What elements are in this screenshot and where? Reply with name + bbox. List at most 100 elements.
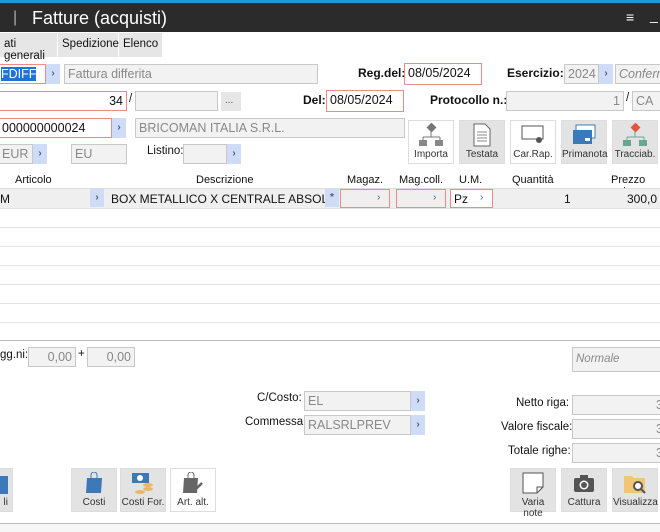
cell-articolo[interactable]: M xyxy=(0,192,10,206)
cell-um[interactable]: Pz xyxy=(450,189,493,208)
valuta-arrow-icon[interactable]: › xyxy=(33,144,47,164)
valore-field: 3 xyxy=(572,419,660,439)
cattura-label: Cattura xyxy=(567,497,601,508)
numero-field[interactable]: 34 xyxy=(0,91,127,111)
netto-label: Netto riga: xyxy=(516,397,570,409)
title-bar: | Fatture (acquisti) ≡ _ xyxy=(0,3,660,32)
varia-note-label: Varia note xyxy=(521,497,545,519)
magg2-field[interactable]: 0,00 xyxy=(87,347,135,367)
listino-field[interactable] xyxy=(183,144,227,164)
slash: / xyxy=(129,93,133,105)
ellipsis-button[interactable]: ... xyxy=(221,92,241,111)
tab-elenco[interactable]: Elenco xyxy=(119,33,163,57)
hamburger-icon[interactable]: ≡ xyxy=(626,9,634,25)
card-icon xyxy=(562,121,606,149)
art-alt-button[interactable]: Art. alt. xyxy=(170,468,216,512)
col-magaz[interactable]: Magaz. xyxy=(347,174,383,186)
del-field[interactable]: 08/05/2024 xyxy=(326,90,404,112)
magg-label: gg.ni: xyxy=(0,349,29,361)
empty-row xyxy=(0,304,660,323)
visualizza-button[interactable]: Visualizza xyxy=(612,468,658,512)
fornitore-code-field[interactable]: 000000000024 xyxy=(0,118,112,138)
esercizio-arrow-icon[interactable]: › xyxy=(599,64,613,84)
protocollo-field[interactable]: 1 xyxy=(506,91,624,111)
costi-for-button[interactable]: Costi For. xyxy=(120,468,166,512)
cell-descrizione[interactable]: BOX METALLICO X CENTRALE ABSOLU xyxy=(111,192,337,206)
causale-code-value: FDIFF xyxy=(1,67,37,81)
camera-icon xyxy=(562,469,606,497)
tracciab-button[interactable]: Tracciab. xyxy=(612,120,658,164)
primanota-label: Primanota xyxy=(562,149,608,160)
separator: | xyxy=(13,9,18,26)
plus-sign: + xyxy=(78,348,85,360)
col-quantita[interactable]: Quantità xyxy=(512,174,554,186)
folder-search-icon xyxy=(613,469,657,497)
dettagli-button[interactable]: li xyxy=(0,468,13,512)
varia-note-button[interactable]: Varia note xyxy=(510,468,556,519)
importa-label: Importa xyxy=(414,149,448,160)
minimize-icon[interactable]: _ xyxy=(650,7,658,23)
fornitore-name: BRICOMAN ITALIA S.R.L. xyxy=(135,118,405,138)
cell-prezzo[interactable]: 300,0 xyxy=(627,192,657,206)
valuta-field[interactable]: EUR xyxy=(0,144,33,164)
del-label: Del: xyxy=(303,93,326,107)
causale-lookup-arrow-icon[interactable]: › xyxy=(46,64,60,84)
magcoll-arrow-icon[interactable]: › xyxy=(433,192,436,203)
empty-row xyxy=(0,247,660,266)
totale-label: Totale righe: xyxy=(508,445,571,457)
reg-del-label: Reg.del: xyxy=(358,66,406,80)
tab-spedizione[interactable]: Spedizione xyxy=(58,33,119,57)
esercizio-label: Esercizio: xyxy=(507,66,564,80)
col-um[interactable]: U.M. xyxy=(459,174,482,186)
dettagli-label: li xyxy=(3,497,8,508)
cell-magcoll[interactable] xyxy=(396,189,446,208)
commessa-field[interactable]: RALSRLPREV xyxy=(304,415,411,435)
ccosto-label: C/Costo: xyxy=(257,392,302,404)
causale-code-field[interactable]: FDIFF xyxy=(0,64,46,84)
primanota-button[interactable]: Primanota xyxy=(561,120,608,164)
car-rap-button[interactable]: Car.Rap. xyxy=(510,120,556,164)
articolo-arrow-icon[interactable]: › xyxy=(90,189,104,207)
fornitore-lookup-arrow-icon[interactable]: › xyxy=(112,118,126,138)
car-rap-label: Car.Rap. xyxy=(513,149,553,160)
listino-arrow-icon[interactable]: › xyxy=(227,144,241,164)
um-arrow-icon[interactable]: › xyxy=(480,192,483,203)
empty-row xyxy=(0,266,660,285)
cattura-button[interactable]: Cattura xyxy=(561,468,607,512)
visualizza-label: Visualizza xyxy=(613,497,658,508)
commessa-arrow-icon[interactable]: › xyxy=(411,415,425,435)
bag-check-icon xyxy=(171,469,215,497)
table-row[interactable]: M › BOX METALLICO X CENTRALE ABSOLU * › … xyxy=(0,189,660,209)
reg-del-field[interactable]: 08/05/2024 xyxy=(404,63,482,85)
ccosto-arrow-icon[interactable]: › xyxy=(411,391,425,411)
causale-description: Fattura differita xyxy=(64,64,318,84)
listino-label: Listino: xyxy=(147,145,184,157)
col-descrizione[interactable]: Descrizione xyxy=(196,174,253,186)
protocollo-suffix-field[interactable]: CA xyxy=(632,91,660,111)
numero-suffix-field[interactable] xyxy=(135,91,218,111)
magaz-arrow-icon[interactable]: › xyxy=(377,192,380,203)
importa-button[interactable]: Importa xyxy=(408,120,454,164)
hierarchy-icon xyxy=(409,121,453,149)
bag-icon xyxy=(0,469,8,497)
shopping-bag-icon xyxy=(72,469,116,497)
col-magcoll[interactable]: Mag.coll. xyxy=(399,174,443,186)
testata-button[interactable]: Testata xyxy=(459,120,505,164)
asterisk-icon[interactable]: * xyxy=(325,189,339,207)
ccosto-field[interactable]: EL xyxy=(304,391,411,411)
costi-button[interactable]: Costi xyxy=(71,468,117,512)
area-field[interactable]: EU xyxy=(71,144,127,164)
netto-field: 3 xyxy=(572,395,660,415)
magg1-field[interactable]: 0,00 xyxy=(28,347,76,367)
empty-row xyxy=(0,323,660,341)
col-articolo[interactable]: Articolo xyxy=(15,174,52,186)
tab-dati-generali[interactable]: ati generali xyxy=(0,33,58,62)
cell-quantita[interactable]: 1 xyxy=(564,192,571,206)
tipo-field[interactable]: Normale xyxy=(572,347,660,372)
cell-magaz[interactable] xyxy=(340,189,390,208)
conferma-field[interactable]: Conferm xyxy=(615,64,660,84)
screen-pointer-icon xyxy=(511,121,555,149)
valore-label: Valore fiscale: xyxy=(501,421,573,433)
hierarchy-red-icon xyxy=(613,121,657,149)
esercizio-field[interactable]: 2024 xyxy=(564,64,599,84)
